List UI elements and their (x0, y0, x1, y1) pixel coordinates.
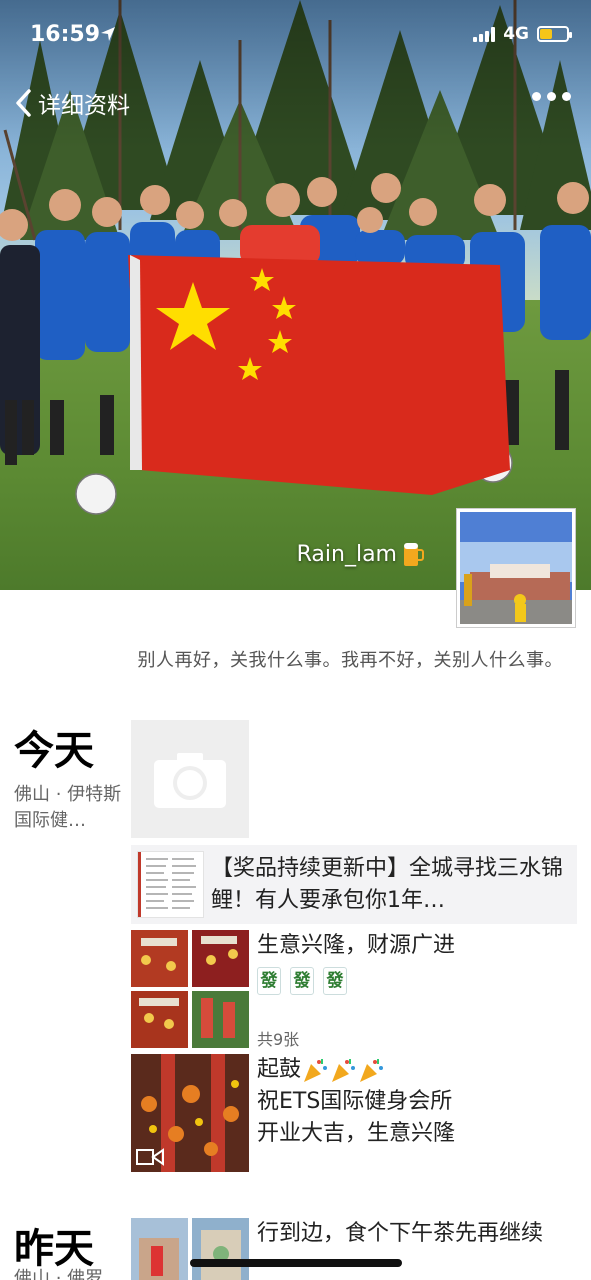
more-options-button[interactable] (532, 92, 571, 101)
video-post-text: 起鼓 祝ETS国际健身会所 开业大吉，生意兴隆 (257, 1054, 577, 1150)
battery-icon (537, 26, 572, 42)
photo-post[interactable]: 生意兴隆，财源广进 發發發 共9张 (131, 930, 577, 1049)
photo-post-emoji-row: 發發發 (257, 964, 577, 996)
video-post-line: 祝ETS国际健身会所 (257, 1089, 453, 1114)
yesterday-post-text: 行到边，食个下午茶先再继续 (257, 1221, 544, 1246)
fa-tile-icon: 發 (257, 967, 281, 995)
link-post[interactable]: 【奖品持续更新中】全城寻找三水锦鲤！有人要承包你1年… (131, 845, 577, 924)
party-popper-icon (332, 1059, 356, 1082)
beer-emoji-icon (404, 543, 424, 566)
camera-post-button[interactable] (131, 720, 249, 838)
avatar[interactable] (457, 509, 575, 627)
avatar-image (460, 512, 572, 624)
back-button[interactable]: 详细资料 (14, 86, 130, 120)
more-dot (532, 92, 541, 101)
yesterday-post[interactable]: 行到边，食个下午茶先再继续 (131, 1218, 577, 1280)
home-indicator[interactable] (190, 1259, 402, 1267)
party-popper-icon (360, 1059, 384, 1082)
location-arrow-icon (101, 27, 115, 41)
status-indicators: 4G (473, 24, 572, 44)
more-dot (562, 92, 571, 101)
video-post[interactable]: 起鼓 祝ETS国际健身会所 开业大吉，生意兴隆 (131, 1054, 577, 1172)
day-label-today: 今天 (14, 728, 94, 774)
status-time: 16:59 (30, 22, 101, 47)
photo-count: 共9张 (257, 1030, 300, 1049)
more-dot (547, 92, 556, 101)
signal-icon (473, 26, 496, 42)
fa-tile-icon: 發 (290, 967, 314, 995)
location-label-today: 佛山 · 伊特斯国际健… (14, 784, 122, 831)
video-post-first-line: 起鼓 (257, 1054, 577, 1086)
profile-signature: 别人再好，关我什么事。我再不好，关别人什么事。 (137, 650, 563, 671)
nickname-text: Rain_lam (296, 541, 397, 567)
video-post-prefix: 起鼓 (257, 1057, 302, 1082)
profile-nickname: Rain_lam (297, 540, 425, 568)
photo-grid-thumbnail[interactable] (131, 930, 249, 1048)
back-label: 详细资料 (38, 93, 130, 119)
camera-icon (154, 753, 226, 808)
fa-tile-icon: 發 (323, 967, 347, 995)
yesterday-photo-thumbnail[interactable] (131, 1218, 249, 1280)
chevron-left-icon (16, 89, 31, 117)
photo-post-text: 生意兴隆，财源广进 發發發 (257, 930, 577, 996)
link-thumbnail (137, 851, 204, 918)
photo-post-caption: 生意兴隆，财源广进 (257, 933, 456, 958)
location-label-yesterday: 佛山 · 佛罗 (14, 1268, 104, 1280)
link-post-title: 【奖品持续更新中】全城寻找三水锦鲤！有人要承包你1年… (211, 856, 564, 913)
video-thumbnail[interactable] (131, 1054, 249, 1172)
battery-level (540, 29, 552, 39)
video-post-line: 开业大吉，生意兴隆 (257, 1121, 456, 1146)
network-type: 4G (503, 24, 529, 44)
party-popper-icon (304, 1059, 328, 1082)
